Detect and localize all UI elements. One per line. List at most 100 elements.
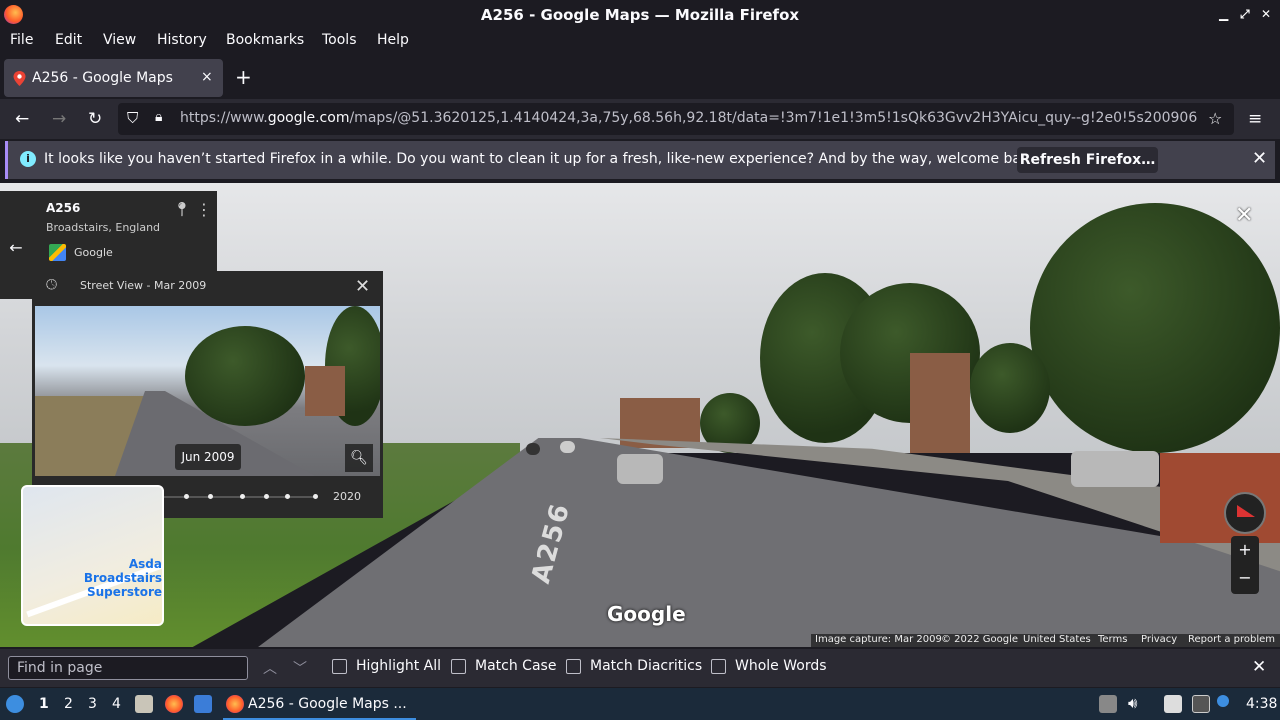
menu-bookmarks[interactable]: Bookmarks xyxy=(226,32,304,48)
slider-tick[interactable] xyxy=(264,494,269,499)
menu-view[interactable]: View xyxy=(103,32,136,48)
tracking-shield-icon[interactable]: ⛉ xyxy=(127,109,138,127)
forward-icon[interactable]: → xyxy=(52,109,66,129)
find-previous-icon[interactable]: ︿ xyxy=(263,658,277,678)
start-menu-icon[interactable] xyxy=(6,695,24,713)
firefox-logo-icon xyxy=(4,5,23,24)
zoom-preview-icon[interactable]: 🔍︎ xyxy=(345,444,373,472)
google-watermark: Google xyxy=(607,602,686,626)
workspace-1[interactable]: 1 xyxy=(39,696,49,712)
volume-icon[interactable]: 🔊︎ xyxy=(1128,694,1137,712)
privacy-link[interactable]: Privacy xyxy=(1141,634,1177,645)
firefox-task-icon xyxy=(226,695,244,713)
file-manager-icon[interactable] xyxy=(135,695,153,713)
info-icon: i xyxy=(20,151,36,167)
slider-tick[interactable] xyxy=(285,494,290,499)
hamburger-menu-icon[interactable]: ≡ xyxy=(1248,109,1262,129)
match-diacritics-checkbox[interactable]: Match Diacritics xyxy=(566,658,702,674)
history-clock-icon[interactable]: 🕓︎ xyxy=(46,277,57,293)
slider-tick[interactable] xyxy=(313,494,318,499)
close-street-view-icon[interactable]: ✕ xyxy=(1235,203,1253,228)
desktop-icon[interactable] xyxy=(194,695,212,713)
minimap-place-label: Asda Broadstairs Superstore xyxy=(83,557,162,599)
notification-icon[interactable] xyxy=(1217,695,1229,707)
house-image xyxy=(910,353,970,453)
close-tab-icon[interactable]: × xyxy=(201,69,213,85)
tab-bar: A256 - Google Maps × + xyxy=(0,57,1280,99)
street-view-timemachine-panel: 🕓︎ Street View - Mar 2009 ✕ Jun 2009 🔍︎ … xyxy=(32,271,383,518)
copyright-label: © 2022 Google xyxy=(941,634,1019,645)
region-link[interactable]: United States xyxy=(1023,634,1091,645)
menu-help[interactable]: Help xyxy=(377,32,409,48)
back-to-map-button[interactable]: ← xyxy=(0,191,32,299)
place-info-card: A256 Broadstairs, England Google 📍︎ ⋮ xyxy=(32,191,217,273)
more-options-icon[interactable]: ⋮ xyxy=(196,200,212,219)
notification-bar: i It looks like you haven’t started Fire… xyxy=(5,141,1275,179)
place-title: A256 xyxy=(46,201,81,215)
url-text[interactable]: https://www.google.com/maps/@51.3620125,… xyxy=(180,110,1197,126)
slider-tick[interactable] xyxy=(240,494,245,499)
close-timemachine-icon[interactable]: ✕ xyxy=(355,276,370,297)
reload-icon[interactable]: ↻ xyxy=(88,109,102,129)
zoom-out-button[interactable]: − xyxy=(1231,564,1259,592)
tab-title: A256 - Google Maps xyxy=(32,70,173,86)
taskbar-firefox-task[interactable]: A256 - Google Maps ... xyxy=(223,689,416,720)
report-problem-link[interactable]: Report a problem xyxy=(1188,634,1275,645)
place-subtitle: Broadstairs, England xyxy=(46,221,161,234)
workspace-4[interactable]: 4 xyxy=(112,696,121,712)
provider-label: Google xyxy=(74,246,113,259)
slider-tick[interactable] xyxy=(184,494,189,499)
google-maps-favicon-icon xyxy=(13,71,26,86)
menu-file[interactable]: File xyxy=(10,32,33,48)
match-case-checkbox[interactable]: Match Case xyxy=(451,658,556,674)
whole-words-checkbox[interactable]: Whole Words xyxy=(711,658,827,674)
refresh-firefox-button[interactable]: Refresh Firefox… xyxy=(1017,147,1158,173)
zoom-in-button[interactable]: + xyxy=(1231,536,1259,564)
bookmark-star-icon[interactable]: ☆ xyxy=(1208,109,1222,128)
highlight-all-checkbox[interactable]: Highlight All xyxy=(332,658,441,674)
taskbar-task-title: A256 - Google Maps ... xyxy=(248,696,407,712)
location-pin-icon[interactable]: 📍︎ xyxy=(173,202,191,218)
close-find-bar-icon[interactable]: ✕ xyxy=(1252,657,1266,677)
street-view-footer: Image capture: Mar 2009 © 2022 Google Un… xyxy=(811,634,1280,647)
terms-link[interactable]: Terms xyxy=(1098,634,1127,645)
compass-icon[interactable] xyxy=(1224,492,1266,534)
menu-edit[interactable]: Edit xyxy=(55,32,82,48)
car-image xyxy=(617,454,663,484)
zoom-control: + − xyxy=(1231,536,1259,594)
back-icon[interactable]: ← xyxy=(15,109,29,129)
lock-icon[interactable]: 🔒︎ xyxy=(155,109,162,125)
car-image xyxy=(560,441,575,453)
clipboard-icon[interactable] xyxy=(1164,695,1182,713)
image-capture-label: Image capture: Mar 2009 xyxy=(815,634,942,645)
find-bar: Find in page ︿ ﹀ Highlight All Match Cas… xyxy=(0,649,1280,687)
workspace-3[interactable]: 3 xyxy=(88,696,97,712)
car-image xyxy=(1071,451,1159,487)
close-notification-icon[interactable]: ✕ xyxy=(1252,148,1267,169)
menu-history[interactable]: History xyxy=(157,32,207,48)
find-next-icon[interactable]: ﹀ xyxy=(293,658,307,678)
street-view-viewport[interactable]: A256 ← A256 Broadstairs, England Google … xyxy=(0,183,1280,647)
minimap[interactable]: Asda Broadstairs Superstore xyxy=(21,485,164,626)
slider-tick[interactable] xyxy=(208,494,213,499)
timemachine-header: Street View - Mar 2009 xyxy=(80,279,207,292)
minimize-icon[interactable]: ▁ xyxy=(1219,7,1228,21)
close-window-icon[interactable]: ✕ xyxy=(1261,7,1271,21)
tree-image xyxy=(1030,203,1280,453)
find-in-page-input[interactable]: Find in page xyxy=(8,656,248,680)
taskbar-clock: 4:38 xyxy=(1246,696,1278,712)
display-icon[interactable] xyxy=(1192,695,1210,713)
timemachine-preview-image[interactable]: Jun 2009 🔍︎ xyxy=(35,306,380,476)
url-bar[interactable]: ⛉ 🔒︎ https://www.google.com/maps/@51.362… xyxy=(118,103,1234,135)
menu-bar: File Edit View History Bookmarks Tools H… xyxy=(0,29,1280,54)
menu-tools[interactable]: Tools xyxy=(322,32,357,48)
tab-google-maps[interactable]: A256 - Google Maps × xyxy=(4,59,223,97)
new-tab-button[interactable]: + xyxy=(235,65,252,89)
workspace-2[interactable]: 2 xyxy=(64,696,73,712)
system-taskbar: 1 2 3 4 A256 - Google Maps ... 🔊︎ 4:38 xyxy=(0,688,1280,720)
preview-date-label: Jun 2009 xyxy=(175,444,241,470)
firefox-launcher-icon[interactable] xyxy=(165,695,183,713)
window-title: A256 - Google Maps — Mozilla Firefox xyxy=(480,5,800,24)
maximize-icon[interactable]: ⤢ xyxy=(1240,7,1250,22)
eject-icon[interactable] xyxy=(1099,695,1117,713)
